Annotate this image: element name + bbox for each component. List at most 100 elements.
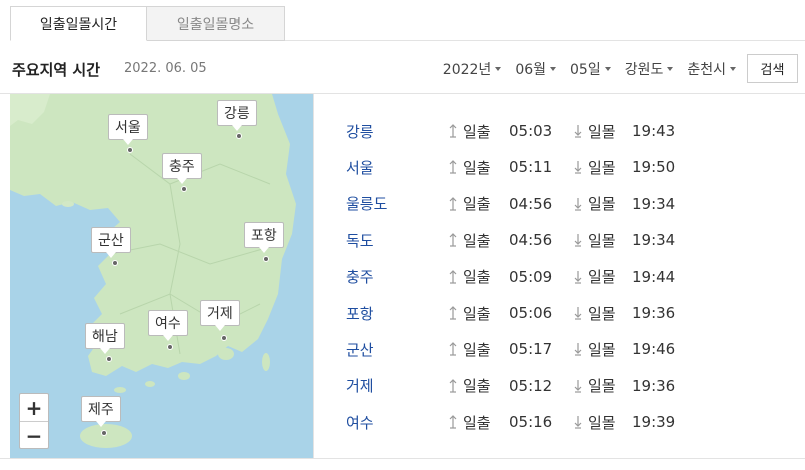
map-label-gunsan[interactable]: 군산 [91, 227, 131, 258]
sunset-label: 일몰 [588, 304, 616, 323]
korea-map[interactable]: 서울 강릉 충주 군산 포항 여수 거제 해남 제주 + − [10, 94, 314, 458]
tab-sunrise-sunset-spots[interactable]: 일출일몰명소 [147, 6, 285, 41]
sunrise-label: 일출 [463, 231, 491, 250]
sunrise-label: 일출 [463, 268, 491, 287]
sunrise-sunset-list: 강릉 일출 05:03 일몰 19:43 서울 일출 05:11 일몰 19:50 울릉도 일출 04:… [314, 94, 805, 458]
map-pin-jeju[interactable] [101, 430, 107, 436]
sunrise-icon [448, 196, 458, 212]
province-select[interactable]: 강원도 [625, 59, 674, 79]
sunset-icon [573, 269, 583, 285]
sunrise-label: 일출 [463, 304, 491, 323]
city-link[interactable]: 거제 [346, 375, 374, 396]
city-link[interactable]: 서울 [346, 157, 374, 178]
day-select[interactable]: 05일 [570, 59, 611, 79]
list-item: 독도 일출 04:56 일몰 19:34 [314, 222, 805, 258]
city-link[interactable]: 군산 [346, 339, 374, 360]
search-button[interactable]: 검색 [747, 54, 798, 83]
map-pin-pohang[interactable] [263, 256, 269, 262]
map-pin-chungju[interactable] [181, 186, 187, 192]
year-select[interactable]: 2022년 [443, 59, 502, 79]
sunrise-time: 05:12 [509, 376, 553, 395]
chevron-down-icon [604, 67, 611, 71]
zoom-out-button[interactable]: − [20, 422, 48, 449]
sunset-time: 19:34 [632, 194, 676, 213]
sunrise-time: 05:11 [509, 158, 553, 177]
province-select-value: 강원도 [624, 62, 664, 78]
city-link[interactable]: 강릉 [346, 121, 374, 142]
sunrise-time: 05:09 [509, 267, 553, 286]
sunrise-icon [448, 305, 458, 321]
sunset-time: 19:34 [632, 231, 676, 250]
map-label-seoul[interactable]: 서울 [108, 114, 148, 145]
sunset-icon [573, 305, 583, 321]
sunset-time: 19:50 [632, 158, 676, 177]
zoom-in-button[interactable]: + [20, 394, 48, 421]
city-link[interactable]: 여수 [346, 412, 374, 433]
list-item: 군산 일출 05:17 일몰 19:46 [314, 331, 805, 367]
year-select-value: 2022년 [442, 62, 492, 78]
sunrise-time: 05:16 [509, 413, 553, 432]
sunset-label: 일몰 [588, 268, 616, 287]
sunrise-time: 04:56 [509, 194, 553, 213]
current-date: 2022. 06. 05 [124, 61, 207, 76]
sunset-time: 19:39 [632, 413, 676, 432]
day-select-value: 05일 [570, 62, 601, 78]
map-pin-seoul[interactable] [127, 147, 133, 153]
map-land [10, 94, 296, 448]
city-link[interactable]: 독도 [346, 230, 374, 251]
sunset-icon [573, 159, 583, 175]
tab-bar: 일출일몰시간 일출일몰명소 [10, 6, 285, 41]
filter-selects: 2022년 06월 05일 강원도 춘천시 [443, 59, 736, 79]
sunset-label: 일몰 [588, 340, 616, 359]
sunrise-label: 일출 [463, 195, 491, 214]
map-label-gangneung[interactable]: 강릉 [217, 100, 257, 131]
sunset-time: 19:43 [632, 122, 676, 140]
map-pin-yeosu[interactable] [167, 344, 173, 350]
map-pin-gunsan[interactable] [112, 260, 118, 266]
sunset-icon [573, 232, 583, 248]
sunset-icon [573, 378, 583, 394]
city-select[interactable]: 춘천시 [687, 59, 736, 79]
sunrise-label: 일출 [463, 340, 491, 359]
map-label-pohang[interactable]: 포항 [244, 222, 284, 253]
month-select-value: 06월 [515, 62, 547, 78]
sunrise-time: 05:06 [509, 304, 553, 322]
city-link[interactable]: 충주 [346, 266, 374, 287]
sunset-icon [573, 341, 583, 357]
chevron-down-icon [550, 67, 557, 71]
sunset-icon [573, 196, 583, 212]
sunset-label: 일몰 [588, 195, 616, 214]
sunrise-label: 일출 [463, 413, 491, 432]
sunset-time: 19:44 [632, 267, 676, 286]
chevron-down-icon [730, 67, 736, 71]
month-select[interactable]: 06월 [515, 59, 557, 79]
list-item: 포항 일출 05:06 일몰 19:36 [314, 295, 805, 331]
map-pin-geoje[interactable] [221, 335, 227, 341]
list-item: 거제 일출 05:12 일몰 19:36 [314, 368, 805, 404]
sunset-label: 일몰 [588, 231, 616, 250]
city-link[interactable]: 포항 [346, 303, 374, 324]
sunrise-label: 일출 [463, 377, 491, 396]
map-label-chungju[interactable]: 충주 [162, 153, 202, 184]
tab-divider [285, 40, 805, 41]
chevron-down-icon [495, 67, 502, 71]
map-label-haenam[interactable]: 해남 [85, 323, 125, 354]
tab-sunrise-sunset-time[interactable]: 일출일몰시간 [10, 6, 147, 41]
sunset-label: 일몰 [588, 413, 616, 432]
page-title: 주요지역 시간 [12, 61, 101, 79]
map-label-jeju[interactable]: 제주 [81, 396, 121, 427]
toolbar: 주요지역 시간 2022. 06. 05 2022년 06월 05일 강원도 춘… [0, 52, 805, 86]
list-item: 서울 일출 05:11 일몰 19:50 [314, 149, 805, 185]
map-pin-gangneung[interactable] [236, 133, 242, 139]
city-link[interactable]: 울릉도 [346, 193, 387, 214]
map-pin-haenam[interactable] [106, 356, 112, 362]
map-label-geoje[interactable]: 거제 [200, 300, 240, 331]
list-item: 울릉도 일출 04:56 일몰 19:34 [314, 186, 805, 222]
sunrise-time: 05:03 [509, 122, 553, 140]
sunrise-icon [448, 123, 458, 139]
sunrise-icon [448, 232, 458, 248]
sunrise-label: 일출 [463, 122, 491, 141]
sunset-label: 일몰 [588, 377, 616, 396]
list-item: 강릉 일출 05:03 일몰 19:43 [314, 113, 805, 149]
map-label-yeosu[interactable]: 여수 [148, 310, 188, 341]
